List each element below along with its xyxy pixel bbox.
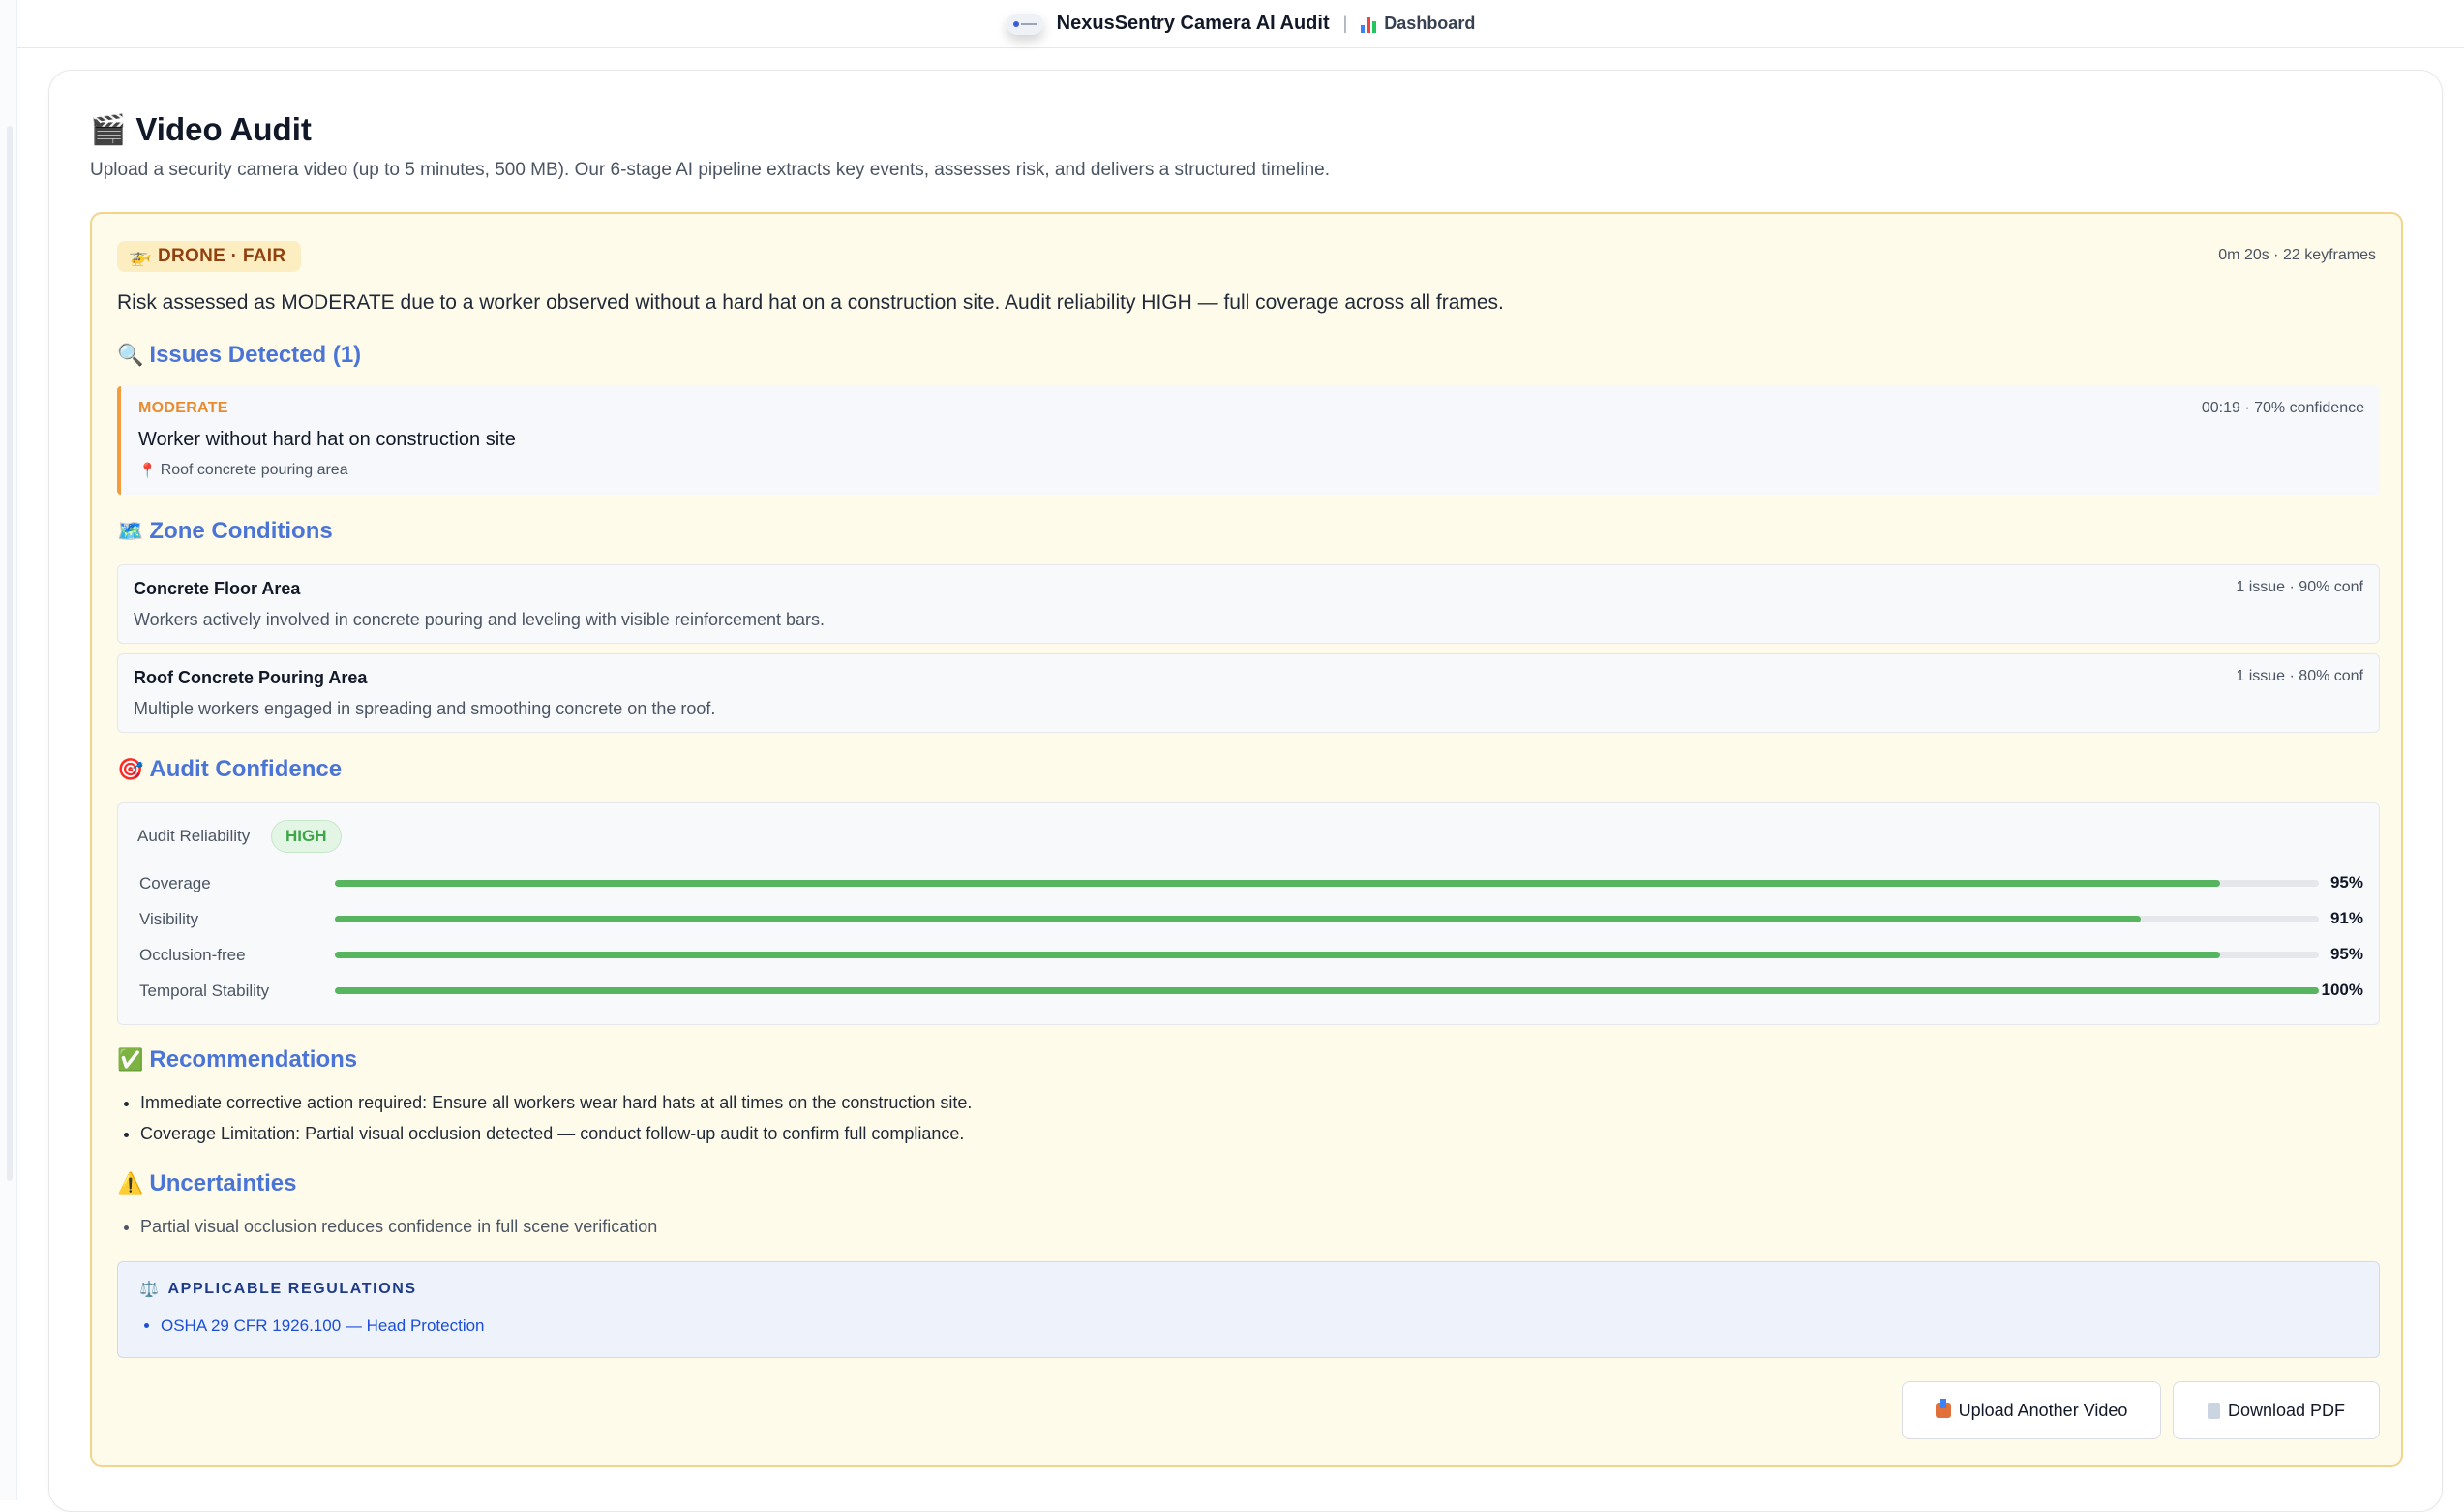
zone-meta: 1 issue · 80% conf — [2236, 668, 2363, 684]
issue-location-text: Roof concrete pouring area — [160, 462, 348, 478]
warning-icon: ⚠️ — [117, 1171, 144, 1195]
zone-card: Concrete Floor Area 1 issue · 90% conf W… — [117, 564, 2380, 644]
metric-fill — [335, 916, 2141, 922]
top-bar: NexusSentry Camera AI Audit | Dashboard — [17, 0, 2464, 48]
confidence-title-text: Audit Confidence — [149, 756, 343, 782]
metric-track — [335, 987, 2319, 994]
zone-card: Roof Concrete Pouring Area 1 issue · 80%… — [117, 653, 2380, 733]
metric-fill — [335, 952, 2220, 958]
upload-another-video-button[interactable]: Upload Another Video — [1902, 1381, 2161, 1439]
uncertainties-list: Partial visual occlusion reduces confide… — [140, 1217, 657, 1248]
zone-meta: 1 issue · 90% conf — [2236, 579, 2363, 595]
app-title: NexusSentry Camera AI Audit — [1056, 13, 1330, 34]
recommendations-section-title: ✅ Recommendations — [117, 1046, 357, 1074]
metric-label: Occlusion-free — [139, 946, 246, 964]
scrollbar-track[interactable] — [7, 126, 13, 1181]
recommendations-list: Immediate corrective action required: En… — [140, 1093, 972, 1155]
zone-name: Concrete Floor Area — [134, 579, 301, 598]
clapper-board-icon: 🎬 — [90, 113, 127, 146]
page-card: 🎬 Video Audit Upload a security camera v… — [48, 70, 2443, 1512]
drone-rating-badge: 🚁 DRONE · FAIR — [117, 241, 302, 272]
reliability-badge: HIGH — [271, 820, 342, 853]
metric-label: Temporal Stability — [139, 982, 270, 1000]
list-item: Immediate corrective action required: En… — [140, 1093, 972, 1113]
metric-fill — [335, 880, 2220, 887]
scales-icon: ⚖️ — [139, 1282, 161, 1298]
bar-chart-icon — [1361, 15, 1377, 33]
target-icon: 🎯 — [117, 757, 144, 781]
issue-location: 📍 Roof concrete pouring area — [138, 462, 348, 479]
list-item: Partial visual occlusion reduces confide… — [140, 1217, 657, 1237]
page-title-text: Video Audit — [135, 111, 312, 147]
magnifier-icon: 🔍 — [117, 343, 144, 367]
zone-description: Workers actively involved in concrete po… — [134, 610, 826, 629]
zone-name: Roof Concrete Pouring Area — [134, 668, 368, 687]
uncertainties-section-title: ⚠️ Uncertainties — [117, 1170, 296, 1197]
check-box-icon: ✅ — [117, 1047, 144, 1072]
left-edge-strip — [0, 0, 17, 1500]
regulations-title-text: APPLICABLE REGULATIONS — [167, 1281, 417, 1297]
dashboard-link[interactable]: Dashboard — [1361, 14, 1475, 34]
pin-icon: 📍 — [138, 463, 157, 479]
metric-fill — [335, 987, 2319, 994]
zone-description: Multiple workers engaged in spreading an… — [134, 699, 716, 718]
page-description: Upload a security camera video (up to 5 … — [90, 160, 1330, 180]
regulations-card: ⚖️ APPLICABLE REGULATIONS OSHA 29 CFR 19… — [117, 1261, 2380, 1358]
page-title: 🎬 Video Audit — [90, 111, 312, 148]
metric-label: Visibility — [139, 910, 199, 928]
zones-title-text: Zone Conditions — [149, 518, 333, 544]
reliability-label: Audit Reliability — [137, 827, 251, 845]
issue-meta: 00:19 · 70% confidence — [2201, 400, 2364, 416]
video-meta: 0m 20s · 22 keyframes — [2218, 247, 2376, 263]
issue-card: MODERATE 00:19 · 70% confidence Worker w… — [117, 386, 2380, 495]
confidence-card: Audit Reliability HIGH Coverage 95% Visi… — [117, 802, 2380, 1025]
header-separator: | — [1342, 14, 1348, 33]
drone-rating-text: DRONE · FAIR — [157, 246, 286, 266]
recommendations-title-text: Recommendations — [149, 1046, 358, 1073]
audit-result-panel: 🚁 DRONE · FAIR 0m 20s · 22 keyframes Ris… — [90, 212, 2403, 1467]
map-icon: 🗺️ — [117, 519, 144, 543]
document-icon — [2207, 1402, 2220, 1419]
metric-row: Visibility 91% — [137, 907, 2363, 932]
issue-description: Worker without hard hat on construction … — [138, 429, 516, 450]
uncertainties-title-text: Uncertainties — [149, 1170, 297, 1196]
metric-track — [335, 952, 2319, 958]
risk-summary: Risk assessed as MODERATE due to a worke… — [117, 291, 1504, 314]
metric-track — [335, 880, 2319, 887]
upload-button-label: Upload Another Video — [1958, 1400, 2128, 1420]
helicopter-icon: 🚁 — [129, 247, 152, 267]
metric-value: 91% — [2329, 909, 2363, 927]
issues-section-title: 🔍 Issues Detected (1) — [117, 342, 361, 369]
metric-row: Temporal Stability 100% — [137, 979, 2363, 1004]
list-item: Coverage Limitation: Partial visual occl… — [140, 1124, 972, 1144]
zones-section-title: 🗺️ Zone Conditions — [117, 518, 333, 545]
dashboard-link-label: Dashboard — [1384, 14, 1476, 33]
pdf-button-label: Download PDF — [2227, 1400, 2346, 1420]
issues-title-text: Issues Detected (1) — [149, 342, 362, 368]
upload-tray-icon — [1935, 1399, 1951, 1418]
download-pdf-button[interactable]: Download PDF — [2173, 1381, 2380, 1439]
metric-label: Coverage — [139, 874, 211, 892]
regulations-list: OSHA 29 CFR 1926.100 — Head Protection — [161, 1316, 485, 1336]
metric-value: 95% — [2329, 945, 2363, 963]
metric-track — [335, 916, 2319, 922]
metric-value: 100% — [2321, 981, 2363, 999]
metric-value: 95% — [2329, 873, 2363, 892]
regulation-link[interactable]: OSHA 29 CFR 1926.100 — Head Protection — [161, 1316, 485, 1336]
nexussentry-logo-icon — [1006, 13, 1043, 35]
metric-row: Occlusion-free 95% — [137, 943, 2363, 968]
regulations-title: ⚖️ APPLICABLE REGULATIONS — [139, 1280, 417, 1299]
metric-row: Coverage 95% — [137, 871, 2363, 896]
confidence-section-title: 🎯 Audit Confidence — [117, 756, 342, 783]
issue-severity: MODERATE — [138, 400, 228, 416]
